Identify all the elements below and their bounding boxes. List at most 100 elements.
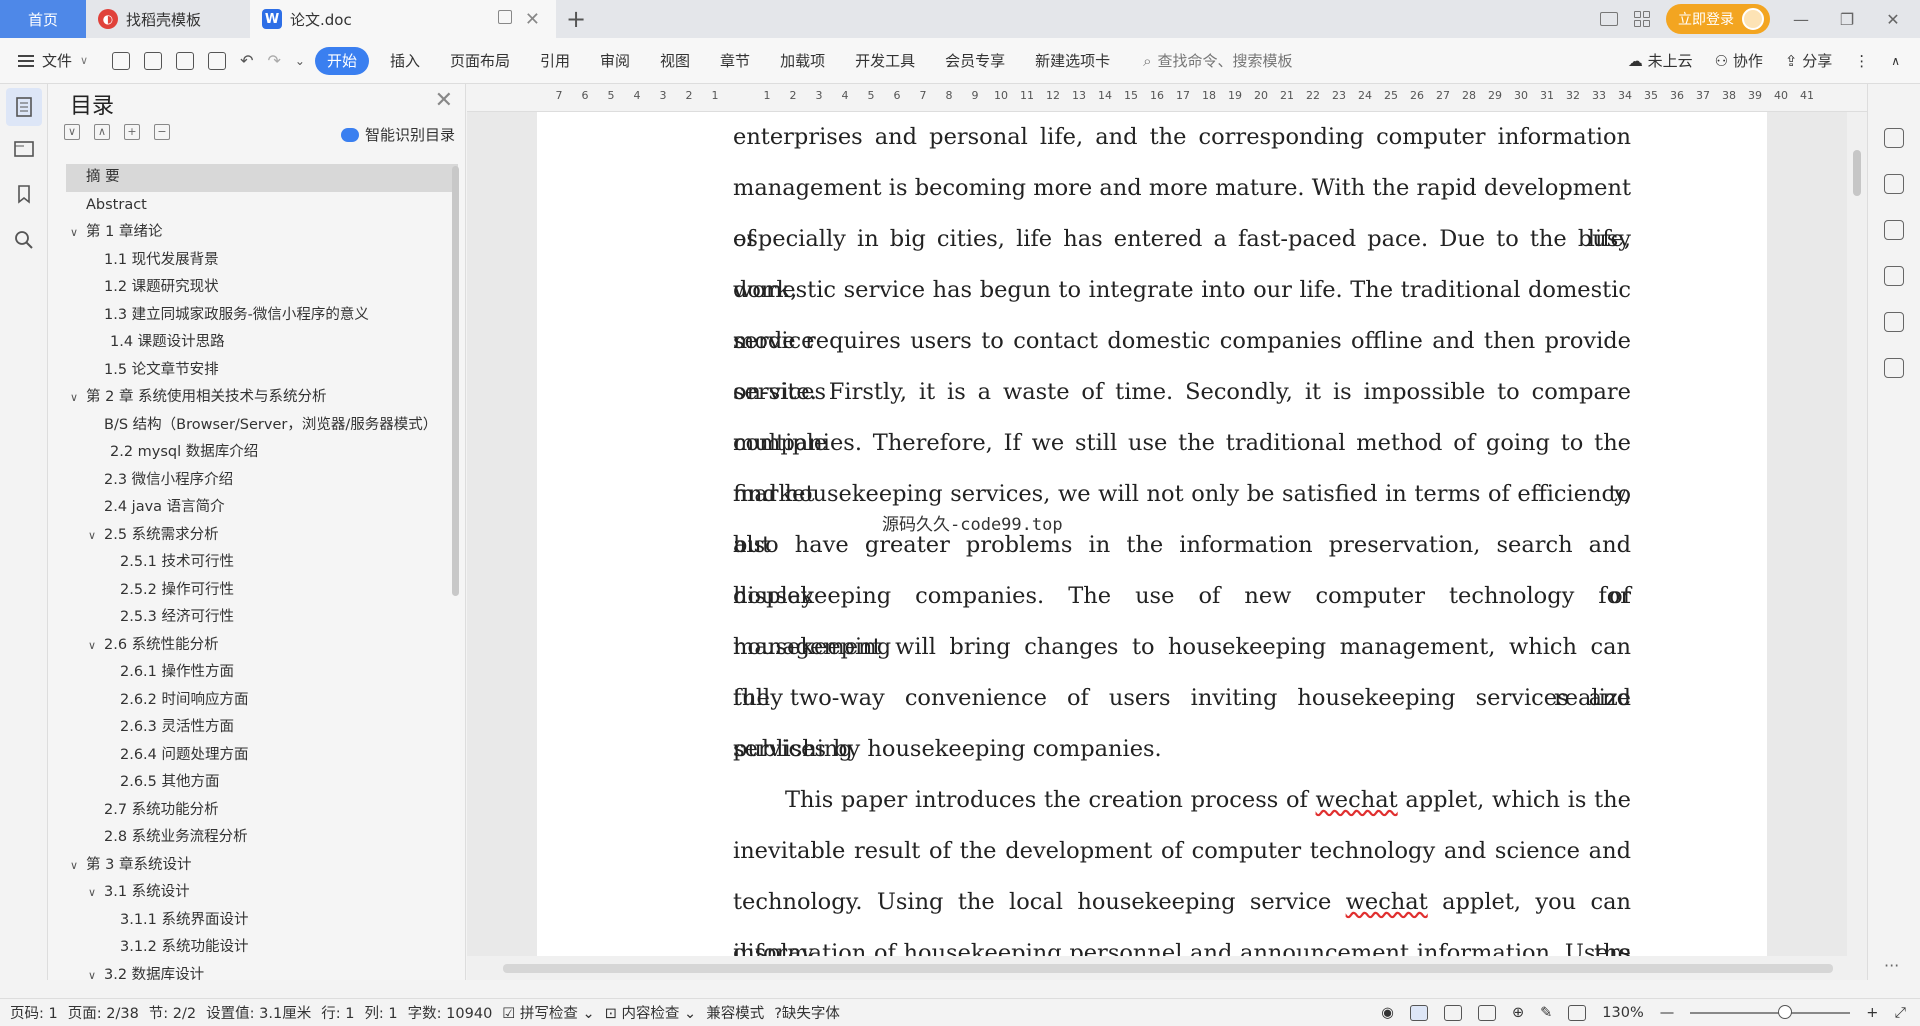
toc-item[interactable]: 2.2 mysql 数据库介绍 <box>66 439 458 467</box>
ribbon-tab-member[interactable]: 会员专享 <box>930 47 1020 75</box>
toc-item[interactable]: 3.1.2 系统功能设计 <box>66 934 458 962</box>
toc-item[interactable]: Abstract <box>66 192 458 220</box>
status-words[interactable]: 字数: 10940 <box>398 1002 493 1023</box>
expand-all-icon[interactable]: ∧ <box>94 124 110 140</box>
ribbon-tab-new[interactable]: 新建选项卡 <box>1020 47 1125 75</box>
undo-icon[interactable]: ↶ <box>240 51 253 70</box>
chapter-nav-icon[interactable] <box>14 138 34 158</box>
expand-chevron-icon[interactable]: ∨ <box>88 632 96 660</box>
file-menu-button[interactable]: 文件 ∨ <box>0 50 102 71</box>
ribbon-tab-view[interactable]: 视图 <box>645 47 705 75</box>
toc-item[interactable]: 1.3 建立同城家政服务-微信小程序的意义 <box>66 302 458 330</box>
zoom-level[interactable]: 130% <box>1602 1005 1643 1021</box>
close-window-icon[interactable]: ✕ <box>1878 10 1908 29</box>
toc-item[interactable]: 1.1 现代发展背景 <box>66 247 458 275</box>
save-icon[interactable] <box>112 51 131 70</box>
document-page[interactable]: enterprises and personal life, and the c… <box>537 112 1767 980</box>
adjust-icon[interactable] <box>1884 220 1904 240</box>
edit-pen-icon[interactable] <box>1884 128 1904 148</box>
new-tab-button[interactable]: + <box>556 0 596 38</box>
toc-item[interactable]: ∨ 3.1 系统设计 <box>66 879 458 907</box>
close-panel-icon[interactable]: ✕ <box>435 88 453 113</box>
status-setting[interactable]: 设置值: 3.1厘米 <box>196 1002 311 1023</box>
toc-item[interactable]: 2.6.2 时间响应方面 <box>66 687 458 715</box>
expand-chevron-icon[interactable]: ∨ <box>70 384 78 412</box>
tab-document[interactable]: W 论文.doc ✕ <box>250 0 556 38</box>
print-preview-icon[interactable] <box>208 51 227 70</box>
select-cursor-icon[interactable] <box>1884 174 1904 194</box>
location-icon[interactable] <box>1884 312 1904 332</box>
content-check-button[interactable]: ⊡ 内容检查 ⌄ <box>595 1002 697 1023</box>
image-tool-icon[interactable] <box>1884 266 1904 286</box>
redo-icon[interactable]: ↷ <box>267 51 280 70</box>
vertical-scroll-thumb[interactable] <box>1853 150 1861 196</box>
missing-font-button[interactable]: ?缺失字体 <box>764 1002 840 1023</box>
layout-icon[interactable] <box>1600 12 1618 26</box>
collapse-ribbon-icon[interactable]: ∧ <box>1891 54 1900 68</box>
toc-item[interactable]: 2.6.1 操作性方面 <box>66 659 458 687</box>
pen-view-icon[interactable]: ✎ <box>1540 1005 1552 1021</box>
status-col[interactable]: 列: 1 <box>354 1002 397 1023</box>
ribbon-tab-chapter[interactable]: 章节 <box>705 47 765 75</box>
ribbon-tab-references[interactable]: 引用 <box>525 47 585 75</box>
page-view-icon[interactable] <box>1409 1004 1428 1021</box>
fit-page-icon[interactable] <box>1568 1004 1587 1021</box>
toc-item[interactable]: 1.4 课题设计思路 <box>66 329 458 357</box>
spell-check-button[interactable]: ☑ 拼写检查 ⌄ <box>492 1002 594 1023</box>
vertical-scrollbar[interactable] <box>1847 112 1867 980</box>
share-button[interactable]: ⇪ 分享 <box>1785 50 1832 71</box>
tab-home[interactable]: 首页 <box>0 0 86 38</box>
toc-item[interactable]: 2.3 微信小程序介绍 <box>66 467 458 495</box>
print-icon[interactable] <box>176 51 195 70</box>
minimize-icon[interactable]: — <box>1786 10 1816 29</box>
status-page[interactable]: 页面: 2/38 <box>58 1002 139 1023</box>
toc-item[interactable]: 3.1.1 系统界面设计 <box>66 907 458 935</box>
status-row[interactable]: 行: 1 <box>311 1002 354 1023</box>
toc-item[interactable]: ∨ 第 3 章系统设计 <box>66 852 458 880</box>
expand-chevron-icon[interactable]: ∨ <box>88 522 96 550</box>
reading-view-icon[interactable] <box>1477 1004 1496 1021</box>
toc-item[interactable]: 2.5.3 经济可行性 <box>66 604 458 632</box>
toc-item[interactable]: 2.6.5 其他方面 <box>66 769 458 797</box>
collab-button[interactable]: ⚇ 协作 <box>1715 50 1763 71</box>
collapse-all-icon[interactable]: ∨ <box>64 124 80 140</box>
ribbon-tab-review[interactable]: 审阅 <box>585 47 645 75</box>
zoom-slider-handle[interactable] <box>1778 1004 1793 1019</box>
toc-item[interactable]: 2.5.1 技术可行性 <box>66 549 458 577</box>
toc-item[interactable]: ∨ 3.2 数据库设计 <box>66 962 458 981</box>
tab-templates[interactable]: ◐ 找稻壳模板 <box>86 0 250 38</box>
outline-view-icon[interactable] <box>1443 1004 1462 1021</box>
more-icon[interactable]: ··· <box>1884 956 1899 975</box>
horizontal-ruler[interactable]: 7 6 5 4 3 2 1 1 2 3 4 5 6 7 8 9 10 11 12 13 14 15 16 17 18 19 20 21… <box>467 84 1867 112</box>
ribbon-tab-insert[interactable]: 插入 <box>375 47 435 75</box>
expand-chevron-icon[interactable]: ∨ <box>88 879 96 907</box>
toc-item[interactable]: 1.2 课题研究现状 <box>66 274 458 302</box>
toc-item[interactable]: 摘 要 <box>66 164 458 192</box>
smart-toc-button[interactable]: 智能识别目录 <box>340 124 455 145</box>
toc-item[interactable]: 2.8 系统业务流程分析 <box>66 824 458 852</box>
web-view-icon[interactable]: ⊕ <box>1512 1005 1524 1021</box>
toc-nav-icon[interactable] <box>6 88 42 126</box>
find-icon[interactable] <box>14 230 34 250</box>
more-options-icon[interactable]: ⋮ <box>1854 52 1869 70</box>
add-heading-icon[interactable]: + <box>124 124 140 140</box>
remove-heading-icon[interactable]: − <box>154 124 170 140</box>
status-section[interactable]: 节: 2/2 <box>139 1002 196 1023</box>
toc-scrollbar[interactable] <box>452 166 459 596</box>
toc-item[interactable]: B/S 结构（Browser/Server，浏览器/服务器模式） <box>66 412 458 440</box>
zoom-slider[interactable] <box>1690 1004 1851 1019</box>
export-pdf-icon[interactable] <box>144 51 163 70</box>
ribbon-tab-home[interactable]: 开始 <box>314 46 369 75</box>
toc-item[interactable]: 1.5 论文章节安排 <box>66 357 458 385</box>
restore-icon[interactable]: ❐ <box>1832 10 1862 29</box>
expand-chevron-icon[interactable]: ∨ <box>70 852 78 880</box>
toc-item[interactable]: 2.4 java 语言简介 <box>66 494 458 522</box>
more-quick-icon[interactable]: ⌄ <box>295 54 305 68</box>
close-tab-icon[interactable]: ✕ <box>525 9 540 30</box>
eye-protect-icon[interactable]: ◉ <box>1381 1005 1394 1021</box>
login-button[interactable]: 立即登录 <box>1666 4 1770 34</box>
bookmark-icon[interactable] <box>14 184 34 204</box>
toc-item[interactable]: ∨ 第 2 章 系统使用相关技术与系统分析 <box>66 384 458 412</box>
horizontal-scrollbar[interactable] <box>467 956 1847 980</box>
fullscreen-icon[interactable]: ⤢ <box>1894 1005 1906 1021</box>
